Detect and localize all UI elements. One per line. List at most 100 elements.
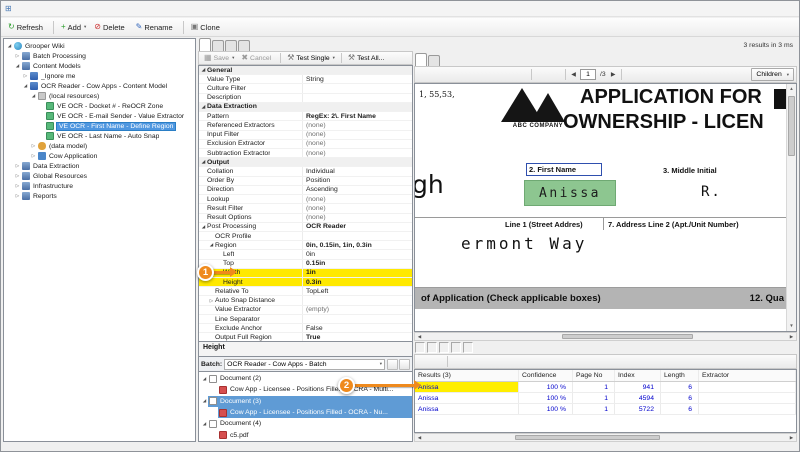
column-header[interactable]: Page No bbox=[573, 370, 615, 381]
expander-icon[interactable]: ▷ bbox=[14, 193, 21, 199]
result-row-anissa[interactable]: Anissa 100 % 1 941 6 bbox=[415, 382, 796, 393]
tab-data-type[interactable] bbox=[199, 38, 211, 51]
property-value[interactable]: TopLeft bbox=[303, 288, 412, 295]
scroll-right-icon[interactable]: ▶ bbox=[787, 435, 796, 441]
Left[interactable]: Left 0in bbox=[199, 250, 412, 259]
vertical-scrollbar[interactable]: ▲ ▼ bbox=[786, 84, 796, 331]
Culture Filter[interactable]: Culture Filter bbox=[199, 84, 412, 93]
property-value[interactable]: 1in bbox=[303, 269, 412, 276]
expander-icon[interactable]: ▷ bbox=[22, 73, 29, 79]
fit-width-icon[interactable] bbox=[473, 68, 486, 81]
Line Separator[interactable]: Line Separator bbox=[199, 315, 412, 324]
scroll-right-icon[interactable]: ▶ bbox=[787, 334, 796, 340]
tab-scripting[interactable] bbox=[212, 40, 224, 51]
auto-test-icon[interactable] bbox=[431, 355, 444, 368]
expander-icon[interactable]: ◢ bbox=[200, 67, 207, 73]
batch-item-document-3[interactable]: ◢ Document (3) bbox=[199, 396, 412, 407]
property-value[interactable]: Individual bbox=[303, 168, 412, 175]
Post Processing[interactable]: ◢ Post Processing OCR Reader bbox=[199, 223, 412, 232]
viewer-tab-image-view[interactable] bbox=[415, 53, 427, 66]
scroll-down-icon[interactable]: ▼ bbox=[787, 321, 796, 331]
property-value[interactable]: (none) bbox=[303, 122, 412, 129]
image-horizontal-scrollbar[interactable]: ◀ ▶ bbox=[414, 332, 797, 341]
expander-icon[interactable]: ◢ bbox=[201, 421, 208, 427]
Exclusion Extractor[interactable]: Exclusion Extractor (none) bbox=[199, 140, 412, 149]
Exclude Anchor[interactable]: Exclude Anchor False bbox=[199, 324, 412, 333]
scroll-up-icon[interactable]: ▲ bbox=[787, 84, 796, 94]
Output[interactable]: ◢ Output bbox=[199, 158, 412, 167]
toolbar-button-clone[interactable]: ▣ Clone bbox=[187, 19, 227, 35]
scroll-left-icon[interactable]: ◀ bbox=[415, 435, 424, 441]
toolbar-button-add[interactable]: + Add ▾ bbox=[57, 19, 90, 35]
thumbnails-icon[interactable] bbox=[625, 68, 638, 81]
tree-item-global-resources[interactable]: ▷ Global Resources bbox=[4, 171, 195, 181]
tree-item-ocr-reader-cow-apps-content-model[interactable]: ◢ OCR Reader - Cow Apps - Content Model bbox=[4, 81, 195, 91]
expander-icon[interactable]: ◢ bbox=[200, 104, 207, 110]
results-horizontal-scrollbar[interactable]: ◀ ▶ bbox=[414, 433, 797, 442]
expander-icon[interactable]: ◢ bbox=[201, 376, 208, 382]
sample-icon[interactable] bbox=[465, 355, 478, 368]
tree-item-cow-application[interactable]: ▷ Cow Application bbox=[4, 151, 195, 161]
Result Filter[interactable]: Result Filter (none) bbox=[199, 204, 412, 213]
scope-selector[interactable]: Children ▾ bbox=[751, 68, 794, 81]
property-value[interactable]: (none) bbox=[303, 205, 412, 212]
General[interactable]: ◢ General bbox=[199, 66, 412, 75]
Order By[interactable]: Order By Position bbox=[199, 177, 412, 186]
expander-icon[interactable]: ◢ bbox=[30, 93, 37, 99]
Direction[interactable]: Direction Ascending bbox=[199, 186, 412, 195]
prev-page-icon[interactable]: ◀ bbox=[569, 71, 578, 78]
expander-icon[interactable]: ▷ bbox=[30, 153, 37, 159]
viewer-tab-test-view[interactable] bbox=[428, 55, 440, 66]
Value Type[interactable]: Value Type String bbox=[199, 75, 412, 84]
tree-item-ve-ocr-e-mail-sender-value-extractor[interactable]: VE OCR - E-mail Sender - Value Extractor bbox=[4, 111, 195, 121]
tree-item-ve-ocr-first-name-define-region[interactable]: VE OCR - First Name - Define Region bbox=[4, 121, 195, 131]
tab-contents[interactable] bbox=[225, 40, 237, 51]
toolbar-button-test-all[interactable]: ⚒ Test All... bbox=[345, 52, 390, 64]
property-value[interactable]: (empty) bbox=[303, 306, 412, 313]
menu-item-edit[interactable] bbox=[29, 1, 43, 16]
batch-item-cow-app-licensee-positions-filled-ocra-nu[interactable]: Cow App - Licensee - Positions Filled - … bbox=[199, 407, 412, 418]
scroll-track[interactable] bbox=[424, 333, 787, 340]
expander-icon[interactable]: ◢ bbox=[14, 63, 21, 69]
horizontal-scroll-thumb[interactable] bbox=[562, 334, 693, 339]
Description[interactable]: Description bbox=[199, 94, 412, 103]
property-value[interactable]: 0.3in bbox=[303, 279, 412, 286]
horizontal-scroll-thumb[interactable] bbox=[515, 435, 660, 440]
Output Full Region[interactable]: Output Full Region True bbox=[199, 333, 412, 342]
toolbar-button-cancel[interactable]: ✖ Cancel bbox=[238, 52, 277, 64]
property-value[interactable]: RegEx: 2\. First Name bbox=[303, 113, 412, 120]
toolbar-button-delete[interactable]: ⊘ Delete bbox=[90, 19, 131, 35]
expander-icon[interactable]: ◢ bbox=[208, 242, 215, 248]
expander-icon[interactable]: ◢ bbox=[22, 83, 29, 89]
Value Extractor[interactable]: Value Extractor (empty) bbox=[199, 306, 412, 315]
tree-item-grooper-wiki[interactable]: ◢ Grooper Wiki bbox=[4, 41, 195, 51]
grid-icon[interactable] bbox=[479, 355, 492, 368]
menu-item-tools[interactable] bbox=[43, 1, 57, 16]
Result Options[interactable]: Result Options (none) bbox=[199, 214, 412, 223]
tree-item-ignore-me[interactable]: ▷ _Ignore me bbox=[4, 71, 195, 81]
Height[interactable]: Height 0.3in bbox=[199, 278, 412, 287]
Pattern[interactable]: Pattern RegEx: 2\. First Name bbox=[199, 112, 412, 121]
batch-item-c5-pdf[interactable]: c5.pdf bbox=[199, 429, 412, 440]
expander-icon[interactable]: ▷ bbox=[14, 163, 21, 169]
property-value[interactable]: True bbox=[303, 334, 412, 341]
Data Extraction[interactable]: ◢ Data Extraction bbox=[199, 103, 412, 112]
property-value[interactable]: Ascending bbox=[303, 186, 412, 193]
fit-height-icon[interactable] bbox=[487, 68, 500, 81]
property-value[interactable]: (none) bbox=[303, 214, 412, 221]
toolbar-button-save[interactable]: ▦ Save ▾ bbox=[201, 52, 237, 64]
export-icon[interactable] bbox=[507, 355, 520, 368]
column-header[interactable]: Extractor bbox=[699, 370, 796, 381]
Input Filter[interactable]: Input Filter (none) bbox=[199, 131, 412, 140]
tree-item-data-extraction[interactable]: ▷ Data Extraction bbox=[4, 161, 195, 171]
tree-item-content-models[interactable]: ◢ Content Models bbox=[4, 61, 195, 71]
expander-icon[interactable]: ◢ bbox=[201, 398, 208, 404]
expander-icon[interactable]: ▷ bbox=[14, 173, 21, 179]
Referenced Extractors[interactable]: Referenced Extractors (none) bbox=[199, 121, 412, 130]
tree-item-infrastructure[interactable]: ▷ Infrastructure bbox=[4, 181, 195, 191]
scroll-track[interactable] bbox=[424, 434, 787, 441]
tree-item-reports[interactable]: ▷ Reports bbox=[4, 191, 195, 201]
expander-icon[interactable]: ◢ bbox=[200, 159, 207, 165]
OCR Profile[interactable]: OCR Profile bbox=[199, 232, 412, 241]
tree-item-ve-ocr-docket-reocr-zone[interactable]: VE OCR - Docket # - ReOCR Zone bbox=[4, 101, 195, 111]
